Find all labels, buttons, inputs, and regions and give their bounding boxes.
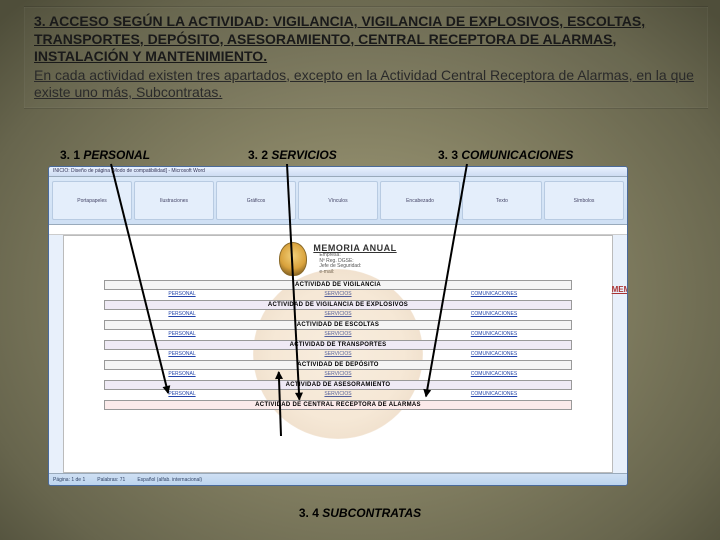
document-area: MEMORIA ANUAL Empresa: Nº Reg. DGSE: Jef… <box>63 235 613 473</box>
sub-servicios: SERVICIOS <box>260 311 416 317</box>
activity-row: ACTIVIDAD DE VIGILANCIA DE EXPLOSIVOS PE… <box>104 300 572 317</box>
word-statusbar: Página: 1 de 1 Palabras: 71 Español (alf… <box>49 473 627 485</box>
label-subcontratas-num: 3. 4 <box>299 506 319 520</box>
sub-comunicaciones: COMUNICACIONES <box>416 391 572 397</box>
doc-form-fields: Empresa: Nº Reg. DGSE: Jefe de Seguridad… <box>319 253 396 275</box>
sub-comunicaciones: COMUNICACIONES <box>416 371 572 377</box>
activity-row: ACTIVIDAD DE ESCOLTAS PERSONAL SERVICIOS… <box>104 320 572 337</box>
word-titlebar: INICIO: Diseño de página [Modo de compat… <box>49 167 627 177</box>
label-servicios: 3. 2 SERVICIOS <box>248 148 337 162</box>
memoria-economica-link: MEMORIA ECONÓMICA <box>612 286 628 294</box>
activity-row: ACTIVIDAD DE VIGILANCIA PERSONAL SERVICI… <box>104 280 572 297</box>
label-personal: 3. 1 PERSONAL <box>60 148 150 162</box>
label-servicios-num: 3. 2 <box>248 148 268 162</box>
label-subcontratas: 3. 4 SUBCONTRATAS <box>0 506 720 520</box>
activity-header: ACTIVIDAD DE ESCOLTAS <box>104 320 572 330</box>
sub-servicios: SERVICIOS <box>260 351 416 357</box>
sub-servicios: SERVICIOS <box>260 291 416 297</box>
activity-header: ACTIVIDAD DE ASESORAMIENTO <box>104 380 572 390</box>
activity-header: ACTIVIDAD DE VIGILANCIA <box>104 280 572 290</box>
form-line: e-mail: <box>319 270 396 276</box>
label-servicios-text: SERVICIOS <box>271 148 336 162</box>
sub-personal: PERSONAL <box>104 371 260 377</box>
status-words: Palabras: 71 <box>97 477 125 483</box>
ribbon-group: Ilustraciones <box>134 181 214 220</box>
sub-servicios: SERVICIOS <box>260 391 416 397</box>
ribbon-group: Encabezado <box>380 181 460 220</box>
sub-servicios: SERVICIOS <box>260 371 416 377</box>
sub-comunicaciones: COMUNICACIONES <box>416 291 572 297</box>
sub-comunicaciones: COMUNICACIONES <box>416 331 572 337</box>
word-ribbon: Portapapeles Ilustraciones Gráficos Vínc… <box>49 177 627 225</box>
heading-title: 3. ACCESO SEGÚN LA ACTIVIDAD: VIGILANCIA… <box>34 13 698 66</box>
status-lang: Español (alfab. internacional) <box>137 477 202 483</box>
ribbon-group: Vínculos <box>298 181 378 220</box>
activity-row: ACTIVIDAD DE ASESORAMIENTO PERSONAL SERV… <box>104 380 572 397</box>
word-screenshot: INICIO: Diseño de página [Modo de compat… <box>48 166 628 486</box>
sub-comunicaciones: COMUNICACIONES <box>416 351 572 357</box>
status-page: Página: 1 de 1 <box>53 477 85 483</box>
label-comunicaciones-text: COMUNICACIONES <box>461 148 573 162</box>
ribbon-group: Símbolos <box>544 181 624 220</box>
heading-block: 3. ACCESO SEGÚN LA ACTIVIDAD: VIGILANCIA… <box>24 6 708 109</box>
activity-row: ACTIVIDAD DE TRANSPORTES PERSONAL SERVIC… <box>104 340 572 357</box>
label-personal-text: PERSONAL <box>83 148 150 162</box>
heading-subtitle: En cada actividad existen tres apartados… <box>34 67 698 102</box>
activity-header: ACTIVIDAD DE VIGILANCIA DE EXPLOSIVOS <box>104 300 572 310</box>
sub-personal: PERSONAL <box>104 391 260 397</box>
activity-row-cra: ACTIVIDAD DE CENTRAL RECEPTORA DE ALARMA… <box>104 400 572 410</box>
sub-personal: PERSONAL <box>104 311 260 317</box>
activity-header: ACTIVIDAD DE DEPÓSITO <box>104 360 572 370</box>
ribbon-group: Gráficos <box>216 181 296 220</box>
activity-header: ACTIVIDAD DE TRANSPORTES <box>104 340 572 350</box>
activity-subrow: PERSONAL SERVICIOS COMUNICACIONES <box>104 291 572 297</box>
ribbon-group: Texto <box>462 181 542 220</box>
label-comunicaciones: 3. 3 COMUNICACIONES <box>438 148 573 162</box>
sub-personal: PERSONAL <box>104 291 260 297</box>
ruler <box>49 225 627 235</box>
sub-personal: PERSONAL <box>104 351 260 357</box>
sub-servicios: SERVICIOS <box>260 331 416 337</box>
label-comunicaciones-num: 3. 3 <box>438 148 458 162</box>
sub-personal: PERSONAL <box>104 331 260 337</box>
label-personal-num: 3. 1 <box>60 148 80 162</box>
label-subcontratas-text: SUBCONTRATAS <box>322 506 421 520</box>
activity-header: ACTIVIDAD DE CENTRAL RECEPTORA DE ALARMA… <box>104 400 572 410</box>
activity-row: ACTIVIDAD DE DEPÓSITO PERSONAL SERVICIOS… <box>104 360 572 377</box>
